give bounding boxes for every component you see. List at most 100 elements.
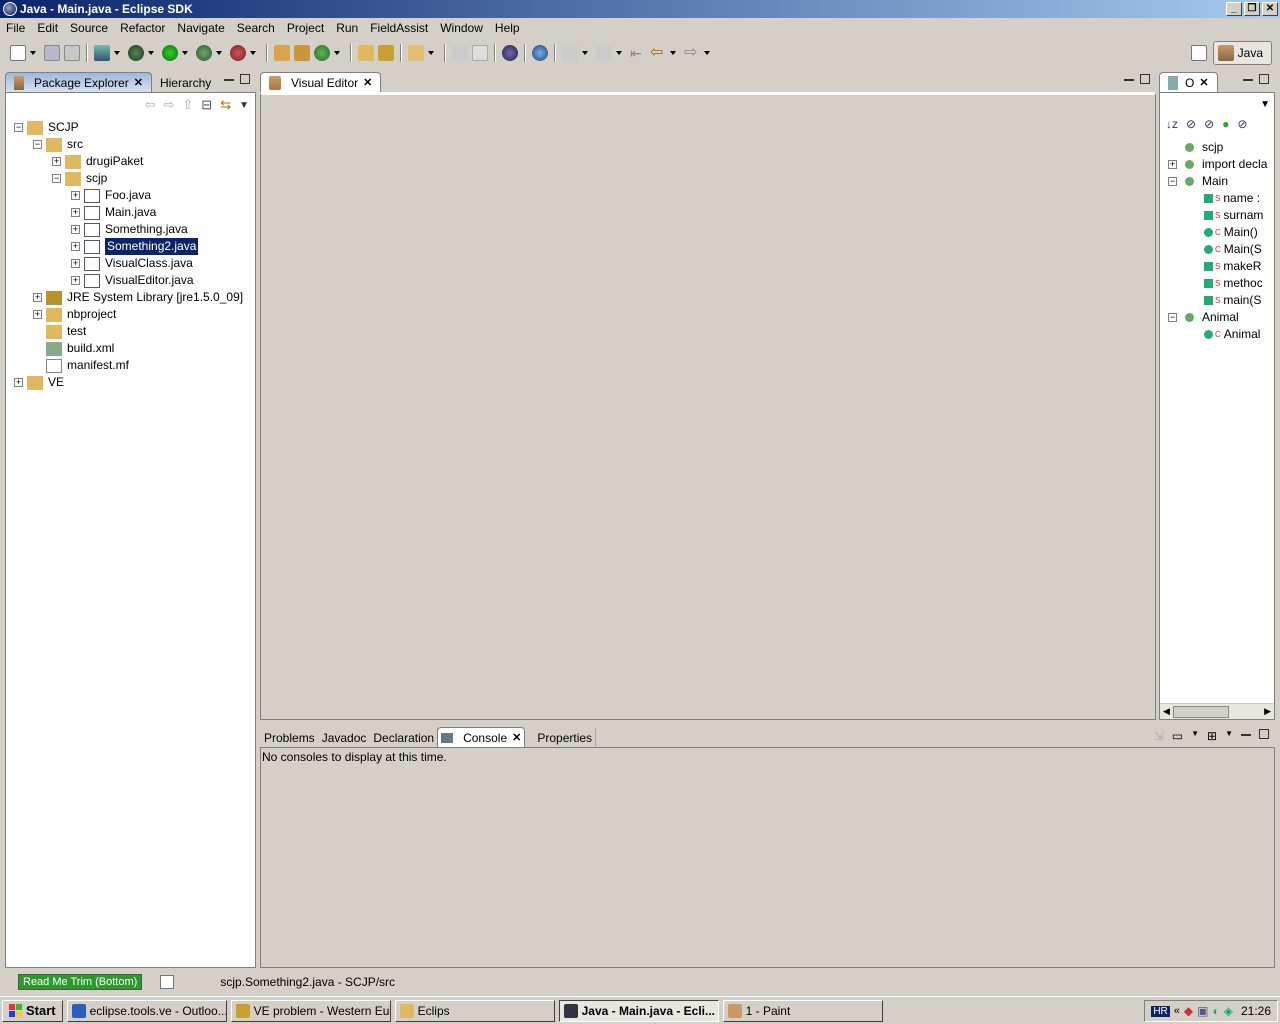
web-browser-icon[interactable] xyxy=(532,45,548,61)
taskbar-item[interactable]: Eclips xyxy=(394,999,555,1022)
close-icon[interactable]: ✕ xyxy=(1199,76,1208,89)
expand-icon[interactable]: + xyxy=(71,225,80,234)
minimize-view-icon[interactable] xyxy=(1243,78,1253,81)
show-hidden-icons-icon[interactable]: « xyxy=(1174,1005,1180,1017)
next-annotation-icon[interactable] xyxy=(562,45,578,61)
menu-run[interactable]: Run xyxy=(330,21,364,35)
outline-item[interactable]: + import decla xyxy=(1168,156,1274,173)
hide-static-icon[interactable]: ⊘ xyxy=(1204,117,1214,131)
minimize-view-icon[interactable] xyxy=(224,78,234,81)
new-class-icon[interactable] xyxy=(314,45,330,61)
outline-item[interactable]: scjp xyxy=(1168,139,1274,156)
menu-refactor[interactable]: Refactor xyxy=(114,21,171,35)
tree-item[interactable]: build.xml xyxy=(14,340,255,357)
back-icon[interactable]: ⇦ xyxy=(145,97,156,113)
hide-nonpublic-icon[interactable]: ● xyxy=(1222,117,1229,131)
minimize-view-icon[interactable] xyxy=(1241,733,1251,736)
start-button[interactable]: Start xyxy=(2,999,63,1022)
sort-icon[interactable]: ↓z xyxy=(1166,117,1178,131)
run-external-icon[interactable] xyxy=(196,45,212,61)
tree-item[interactable]: + VisualEditor.java xyxy=(14,272,255,289)
tree-item[interactable]: + Something2.java xyxy=(14,237,255,256)
up-icon[interactable]: ⇧ xyxy=(182,97,193,113)
previous-annotation-icon[interactable] xyxy=(596,45,612,61)
menu-file[interactable]: File xyxy=(0,21,31,35)
tree-item[interactable]: + JRE System Library [jre1.5.0_09] xyxy=(14,289,255,306)
shield-icon[interactable]: ◈ xyxy=(1224,1004,1233,1018)
eclipse-icon[interactable] xyxy=(502,45,518,61)
network-icon[interactable]: ◆ xyxy=(1184,1004,1193,1018)
open-type-icon[interactable] xyxy=(358,45,374,61)
menu-navigate[interactable]: Navigate xyxy=(171,21,230,35)
close-window-button[interactable]: ✕ xyxy=(1262,2,1278,16)
close-icon[interactable]: ✕ xyxy=(512,731,521,744)
taskbar-item[interactable]: 1 - Paint xyxy=(722,999,883,1022)
close-icon[interactable]: ✕ xyxy=(134,76,143,89)
tree-item[interactable]: + VisualClass.java xyxy=(14,255,255,272)
monitor-icon[interactable]: ▣ xyxy=(1197,1004,1208,1018)
collapse-all-icon[interactable]: ⊟ xyxy=(201,97,212,113)
collapse-icon[interactable]: − xyxy=(1168,177,1177,186)
outline-item[interactable]: Ssurnam xyxy=(1168,207,1274,224)
view-menu-icon[interactable]: ▼ xyxy=(1160,93,1274,115)
tab-properties[interactable]: Properties xyxy=(533,727,597,747)
open-console-icon[interactable]: ⊞ xyxy=(1207,729,1217,743)
menu-search[interactable]: Search xyxy=(231,21,281,35)
fast-view-icon[interactable] xyxy=(160,975,175,989)
debug-config-dropdown-icon[interactable] xyxy=(114,51,120,55)
outline-item[interactable]: SmakeR xyxy=(1168,258,1274,275)
new-java-project-icon[interactable] xyxy=(274,45,290,61)
expand-icon[interactable]: + xyxy=(14,378,23,387)
tab-hierarchy[interactable]: Hierarchy xyxy=(151,72,220,92)
search-dropdown-icon[interactable] xyxy=(428,51,434,55)
collapse-icon[interactable]: − xyxy=(14,123,23,132)
outline-item[interactable]: Smain(S xyxy=(1168,292,1274,309)
expand-icon[interactable]: + xyxy=(71,259,80,268)
forward-icon[interactable]: ⇨ xyxy=(163,97,174,113)
debug-config-icon[interactable] xyxy=(94,45,110,61)
link-with-editor-icon[interactable]: ⇆ xyxy=(220,97,231,113)
outline-item[interactable]: Sname : xyxy=(1168,190,1274,207)
outline-item[interactable]: − Main xyxy=(1168,173,1274,190)
taskbar-item[interactable]: VE problem - Western Eu... xyxy=(230,999,391,1022)
new-package-icon[interactable] xyxy=(294,45,310,61)
new-dropdown-icon[interactable] xyxy=(30,51,36,55)
taskbar-item[interactable]: Java - Main.java - Ecli... xyxy=(558,999,719,1022)
scroll-right-icon[interactable]: ▶ xyxy=(1261,706,1274,717)
previous-annotation-dropdown-icon[interactable] xyxy=(616,51,622,55)
next-annotation-dropdown-icon[interactable] xyxy=(582,51,588,55)
tab-javadoc[interactable]: Javadoc xyxy=(317,727,371,747)
pin-console-icon[interactable]: ⇲ xyxy=(1154,729,1164,743)
external-tools-dropdown-icon[interactable] xyxy=(250,51,256,55)
last-edit-icon[interactable]: ⇤ xyxy=(630,45,646,61)
menu-fieldassist[interactable]: FieldAssist xyxy=(364,21,434,35)
back-arrow-icon[interactable]: ⇦ xyxy=(650,45,666,61)
menu-edit[interactable]: Edit xyxy=(31,21,64,35)
maximize-view-icon[interactable] xyxy=(240,74,250,84)
outline-item[interactable]: − Animal xyxy=(1168,309,1274,326)
expand-icon[interactable]: + xyxy=(1168,160,1177,169)
tree-item[interactable]: − SCJP xyxy=(14,119,255,136)
tab-problems[interactable]: Problems xyxy=(260,727,319,747)
tree-item[interactable]: − src xyxy=(14,136,255,153)
collapse-icon[interactable]: − xyxy=(52,174,61,183)
maximize-view-icon[interactable] xyxy=(1140,74,1150,84)
menu-help[interactable]: Help xyxy=(489,21,526,35)
forward-arrow-icon[interactable]: ⇨ xyxy=(684,45,700,61)
tab-outline[interactable]: O ✕ xyxy=(1159,72,1218,92)
view-menu-icon[interactable]: ▼ xyxy=(239,100,249,111)
restore-window-button[interactable]: ❐ xyxy=(1244,2,1260,16)
tab-visual-editor[interactable]: Visual Editor ✕ xyxy=(260,72,382,92)
search-icon[interactable] xyxy=(408,45,424,61)
display-console-icon[interactable]: ▭ xyxy=(1172,729,1183,743)
outline-item[interactable]: C Main() xyxy=(1168,224,1274,241)
menu-project[interactable]: Project xyxy=(281,21,330,35)
expand-icon[interactable]: + xyxy=(71,276,80,285)
save-icon[interactable] xyxy=(44,45,60,61)
expand-icon[interactable]: + xyxy=(33,310,42,319)
run-dropdown-icon[interactable] xyxy=(182,51,188,55)
run-external-dropdown-icon[interactable] xyxy=(216,51,222,55)
forward-dropdown-icon[interactable] xyxy=(704,51,710,55)
java-perspective-button[interactable]: Java xyxy=(1212,41,1272,65)
tree-item[interactable]: test xyxy=(14,323,255,340)
